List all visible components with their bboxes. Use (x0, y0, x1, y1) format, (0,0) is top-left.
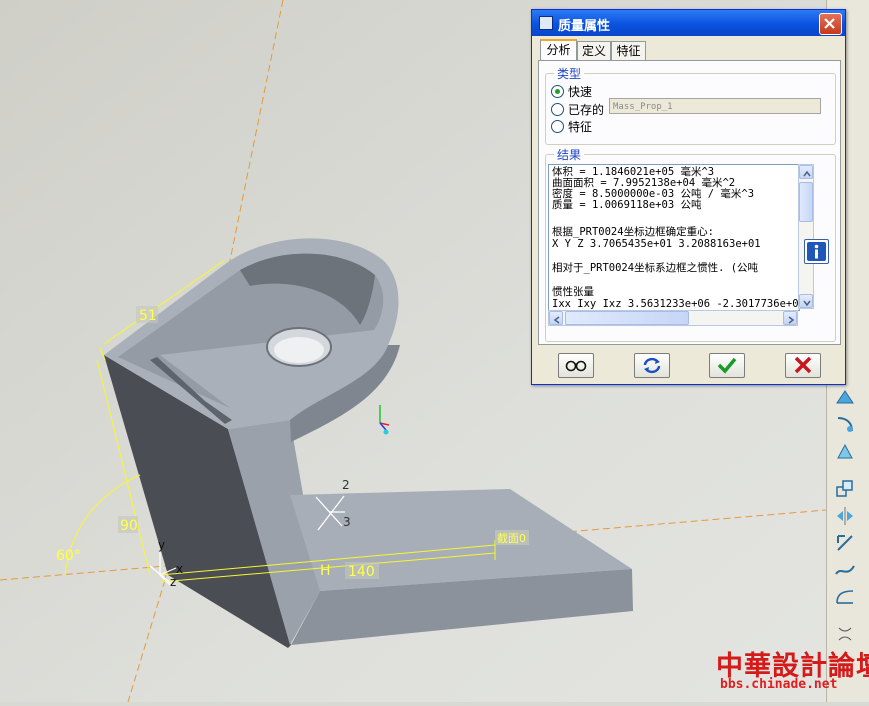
close-button[interactable] (819, 13, 842, 35)
feature-draft-icon[interactable] (833, 440, 857, 464)
tab-definition[interactable]: 定义 (577, 41, 611, 61)
dim-90-label[interactable]: 90 (120, 518, 138, 534)
radio-quick-label: 快速 (568, 85, 593, 99)
feature-copy-icon[interactable] (833, 477, 857, 501)
repeat-button[interactable] (634, 353, 670, 378)
scroll-thumb-vertical[interactable] (799, 182, 813, 222)
tab-feature[interactable]: 特征 (611, 41, 646, 61)
feature-shell-icon[interactable] (833, 385, 857, 409)
result-line: X Y Z 3.7065435e+01 3.2088163e+01 (552, 238, 761, 250)
results-text-area[interactable]: 体积 = 1.1846021e+05 毫米^3 曲面面积 = 7.9952138… (548, 164, 800, 311)
cross-icon (794, 356, 812, 374)
feature-rib-icon[interactable] (833, 412, 857, 436)
dim-h-marker: H (320, 563, 331, 579)
feature-move-icon[interactable] (833, 531, 857, 555)
marker-2-label: 2 (342, 478, 350, 492)
radio-feature-label: 特征 (568, 120, 593, 134)
csys-x-label: x (176, 562, 183, 576)
saved-name-input[interactable]: Mass_Prop_1 (609, 98, 821, 114)
feature-trim-icon[interactable] (833, 585, 857, 609)
result-line: 惯性张量 (552, 286, 594, 298)
cancel-button[interactable] (785, 353, 821, 378)
csys-y-label: y (158, 538, 165, 552)
feature-extend-icon[interactable] (833, 622, 857, 646)
type-group-title: 类型 (554, 65, 585, 82)
scroll-right-button[interactable] (783, 311, 797, 325)
check-icon (717, 357, 737, 374)
radio-feature-button[interactable] (551, 120, 564, 133)
feature-mirror-icon[interactable] (833, 504, 857, 528)
dialog-titlebar[interactable]: 质量属性 (532, 10, 845, 36)
result-line: 相对于_PRT0024坐标系边框之惯性. (公吨 (552, 262, 759, 274)
result-line: 质量 = 1.0069118e+03 公吨 (552, 199, 702, 211)
dim-51-label[interactable]: 51 (139, 308, 157, 324)
forum-watermark: 中華設計論壇 bbs.chinade.net (712, 644, 869, 696)
refresh-icon (643, 357, 661, 374)
csys-z-label: z (170, 575, 176, 589)
info-icon (807, 242, 826, 261)
close-icon (824, 18, 835, 29)
dim-140-label[interactable]: 140 (348, 564, 375, 580)
glasses-icon (565, 360, 587, 372)
result-line: Ixx Ixy Ixz 3.5631233e+06 -2.3017736e+05 (552, 298, 800, 310)
dialog-title: 质量属性 (558, 19, 611, 34)
datum-plane-label[interactable]: 截面0 (497, 531, 526, 545)
results-horizontal-scrollbar[interactable] (548, 310, 798, 326)
model-hole-inner (274, 337, 324, 363)
radio-quick-button[interactable] (551, 85, 564, 98)
marker-3-label: 3 (343, 515, 351, 529)
window-icon (539, 16, 553, 30)
results-vertical-scrollbar[interactable] (798, 164, 814, 309)
radio-saved-label: 已存的 (568, 103, 605, 117)
results-group-title: 结果 (554, 146, 585, 163)
ok-button[interactable] (709, 353, 745, 378)
analysis-panel: 类型 快速 已存的 Mass_Prop_1 特征 结果 体积 = 1.18460… (538, 60, 841, 345)
glasses-button[interactable] (558, 353, 594, 378)
scroll-thumb-horizontal[interactable] (565, 311, 689, 325)
dim-angle-label[interactable]: 60° (56, 548, 81, 564)
info-button[interactable] (804, 239, 829, 264)
scroll-up-button[interactable] (799, 165, 813, 179)
result-line: 根据_PRT0024坐标边框确定重心: (552, 226, 714, 238)
scroll-left-button[interactable] (549, 311, 563, 325)
watermark-url: bbs.chinade.net (720, 677, 838, 692)
scroll-down-button[interactable] (799, 294, 813, 308)
radio-saved-button[interactable] (551, 103, 564, 116)
mass-properties-dialog: 质量属性 分析 定义 特征 类型 快速 已存的 Mass_Prop_1 特征 结… (531, 9, 846, 385)
feature-surface-icon[interactable] (833, 558, 857, 582)
